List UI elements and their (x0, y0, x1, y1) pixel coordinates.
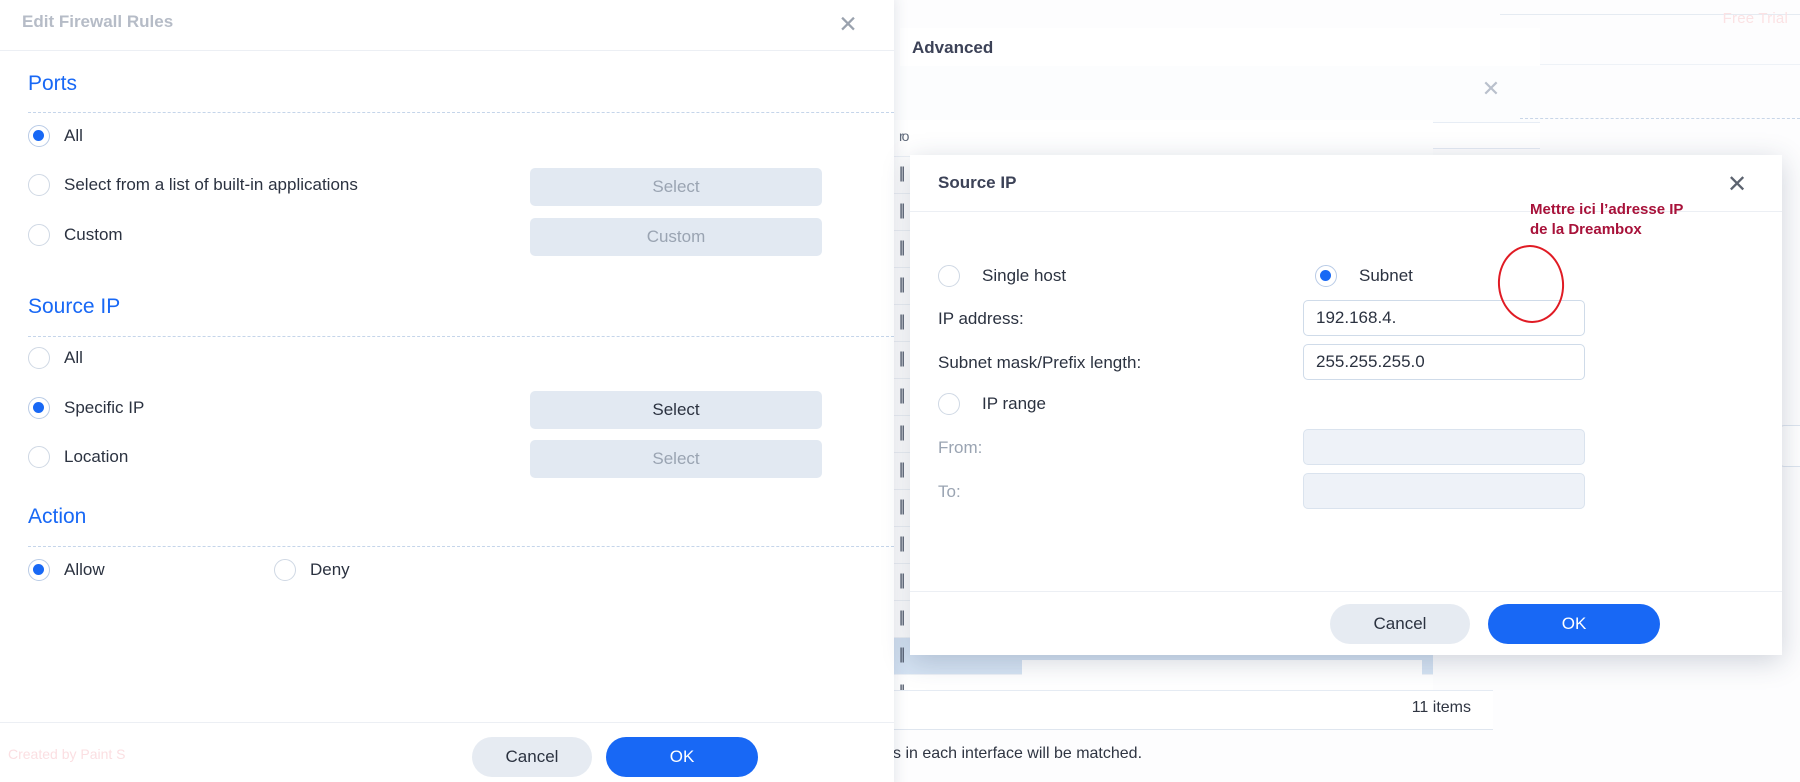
row-marker: || (899, 461, 905, 478)
radio-indicator[interactable] (28, 446, 50, 468)
row-marker: || (899, 165, 905, 182)
background-side-card (1780, 425, 1800, 467)
annotation-text: Mettre ici l’adresse IP de la Dreambox (1530, 201, 1684, 238)
free-trial-badge: Free Trial (1722, 10, 1788, 27)
ok-button[interactable]: OK (1488, 604, 1660, 644)
close-icon[interactable]: ✕ (1478, 76, 1504, 102)
row-marker: || (899, 646, 905, 663)
row-marker: || (899, 609, 905, 626)
ok-button[interactable]: OK (606, 737, 758, 777)
radio-indicator[interactable] (28, 224, 50, 246)
option-label: Single host (982, 266, 1067, 285)
row-marker: || (899, 535, 905, 552)
option-label: Select from a list of built-in applicati… (64, 175, 358, 194)
option-label: All (64, 348, 83, 367)
row-marker: || (899, 387, 905, 404)
radio-indicator[interactable] (938, 265, 960, 287)
sourceip-specific-select-button[interactable]: Select (530, 391, 822, 429)
close-icon[interactable]: ✕ (834, 10, 862, 38)
section-heading-source-ip: Source IP (28, 295, 121, 318)
sourceip-location-select-button[interactable]: Select (530, 440, 822, 478)
cancel-button[interactable]: Cancel (1330, 604, 1470, 644)
row-marker: || (899, 498, 905, 515)
radio-indicator[interactable] (28, 397, 50, 419)
table-row[interactable]: ro (893, 120, 1433, 157)
subnet-mask-label: Subnet mask/Prefix length: (938, 353, 1142, 372)
radio-indicator[interactable] (28, 347, 50, 369)
section-heading-ports: Ports (28, 72, 78, 95)
option-label: Subnet (1359, 266, 1413, 285)
list-footer-bar: 11 items (893, 690, 1493, 730)
option-label: Custom (64, 225, 123, 244)
radio-indicator[interactable] (274, 559, 296, 581)
ports-custom-button[interactable]: Custom (530, 218, 822, 256)
option-label: Deny (310, 560, 350, 579)
option-label: Specific IP (64, 398, 145, 417)
cancel-button[interactable]: Cancel (472, 737, 592, 777)
dialog-title: Edit Firewall Rules (22, 12, 174, 31)
edit-firewall-rules-dialog: Edit Firewall Rules ✕ Ports All Select f… (0, 0, 894, 782)
dialog-body: Ports All Select from a list of built-in… (0, 50, 894, 722)
radio-indicator[interactable] (28, 559, 50, 581)
option-label: All (64, 126, 83, 145)
modal-footer: Cancel OK (910, 591, 1782, 656)
close-icon[interactable]: ✕ (1722, 170, 1752, 200)
from-input[interactable] (1303, 429, 1585, 465)
item-count: 11 items (1411, 699, 1471, 716)
footer-note: s in each interface will be matched. (893, 745, 1143, 762)
row-marker: || (899, 313, 905, 330)
row-marker: || (899, 350, 905, 367)
row-marker: || (899, 202, 905, 219)
subnet-mask-input[interactable] (1303, 344, 1585, 380)
radio-indicator[interactable] (938, 393, 960, 415)
row-marker: || (899, 424, 905, 441)
ip-address-label: IP address: (938, 309, 1024, 328)
modal-title: Source IP (938, 173, 1017, 192)
watermark-text: Created by Paint S (8, 746, 126, 762)
ports-builtin-select-button[interactable]: Select (530, 168, 822, 206)
radio-indicator[interactable] (1315, 265, 1337, 287)
option-label: IP range (982, 394, 1046, 413)
option-label: Location (64, 447, 129, 466)
row-marker: || (899, 572, 905, 589)
radio-indicator[interactable] (28, 174, 50, 196)
row-marker: || (899, 239, 905, 256)
from-label: From: (938, 438, 983, 457)
to-input[interactable] (1303, 473, 1585, 509)
to-label: To: (938, 482, 961, 501)
dialog-header: Edit Firewall Rules ✕ (0, 0, 894, 51)
section-heading-action: Action (28, 505, 87, 528)
screenshot-root: Free Trial Created by Paint S Advanced ✕… (0, 0, 1800, 782)
advanced-panel-title: Advanced (912, 38, 994, 57)
radio-indicator[interactable] (28, 125, 50, 147)
row-marker: ro (899, 128, 910, 144)
dialog-footer: Cancel OK (0, 722, 894, 782)
modal-body: Single host Subnet IP address: Subnet ma… (910, 211, 1782, 591)
option-label: Allow (64, 560, 105, 579)
row-marker: || (899, 276, 905, 293)
